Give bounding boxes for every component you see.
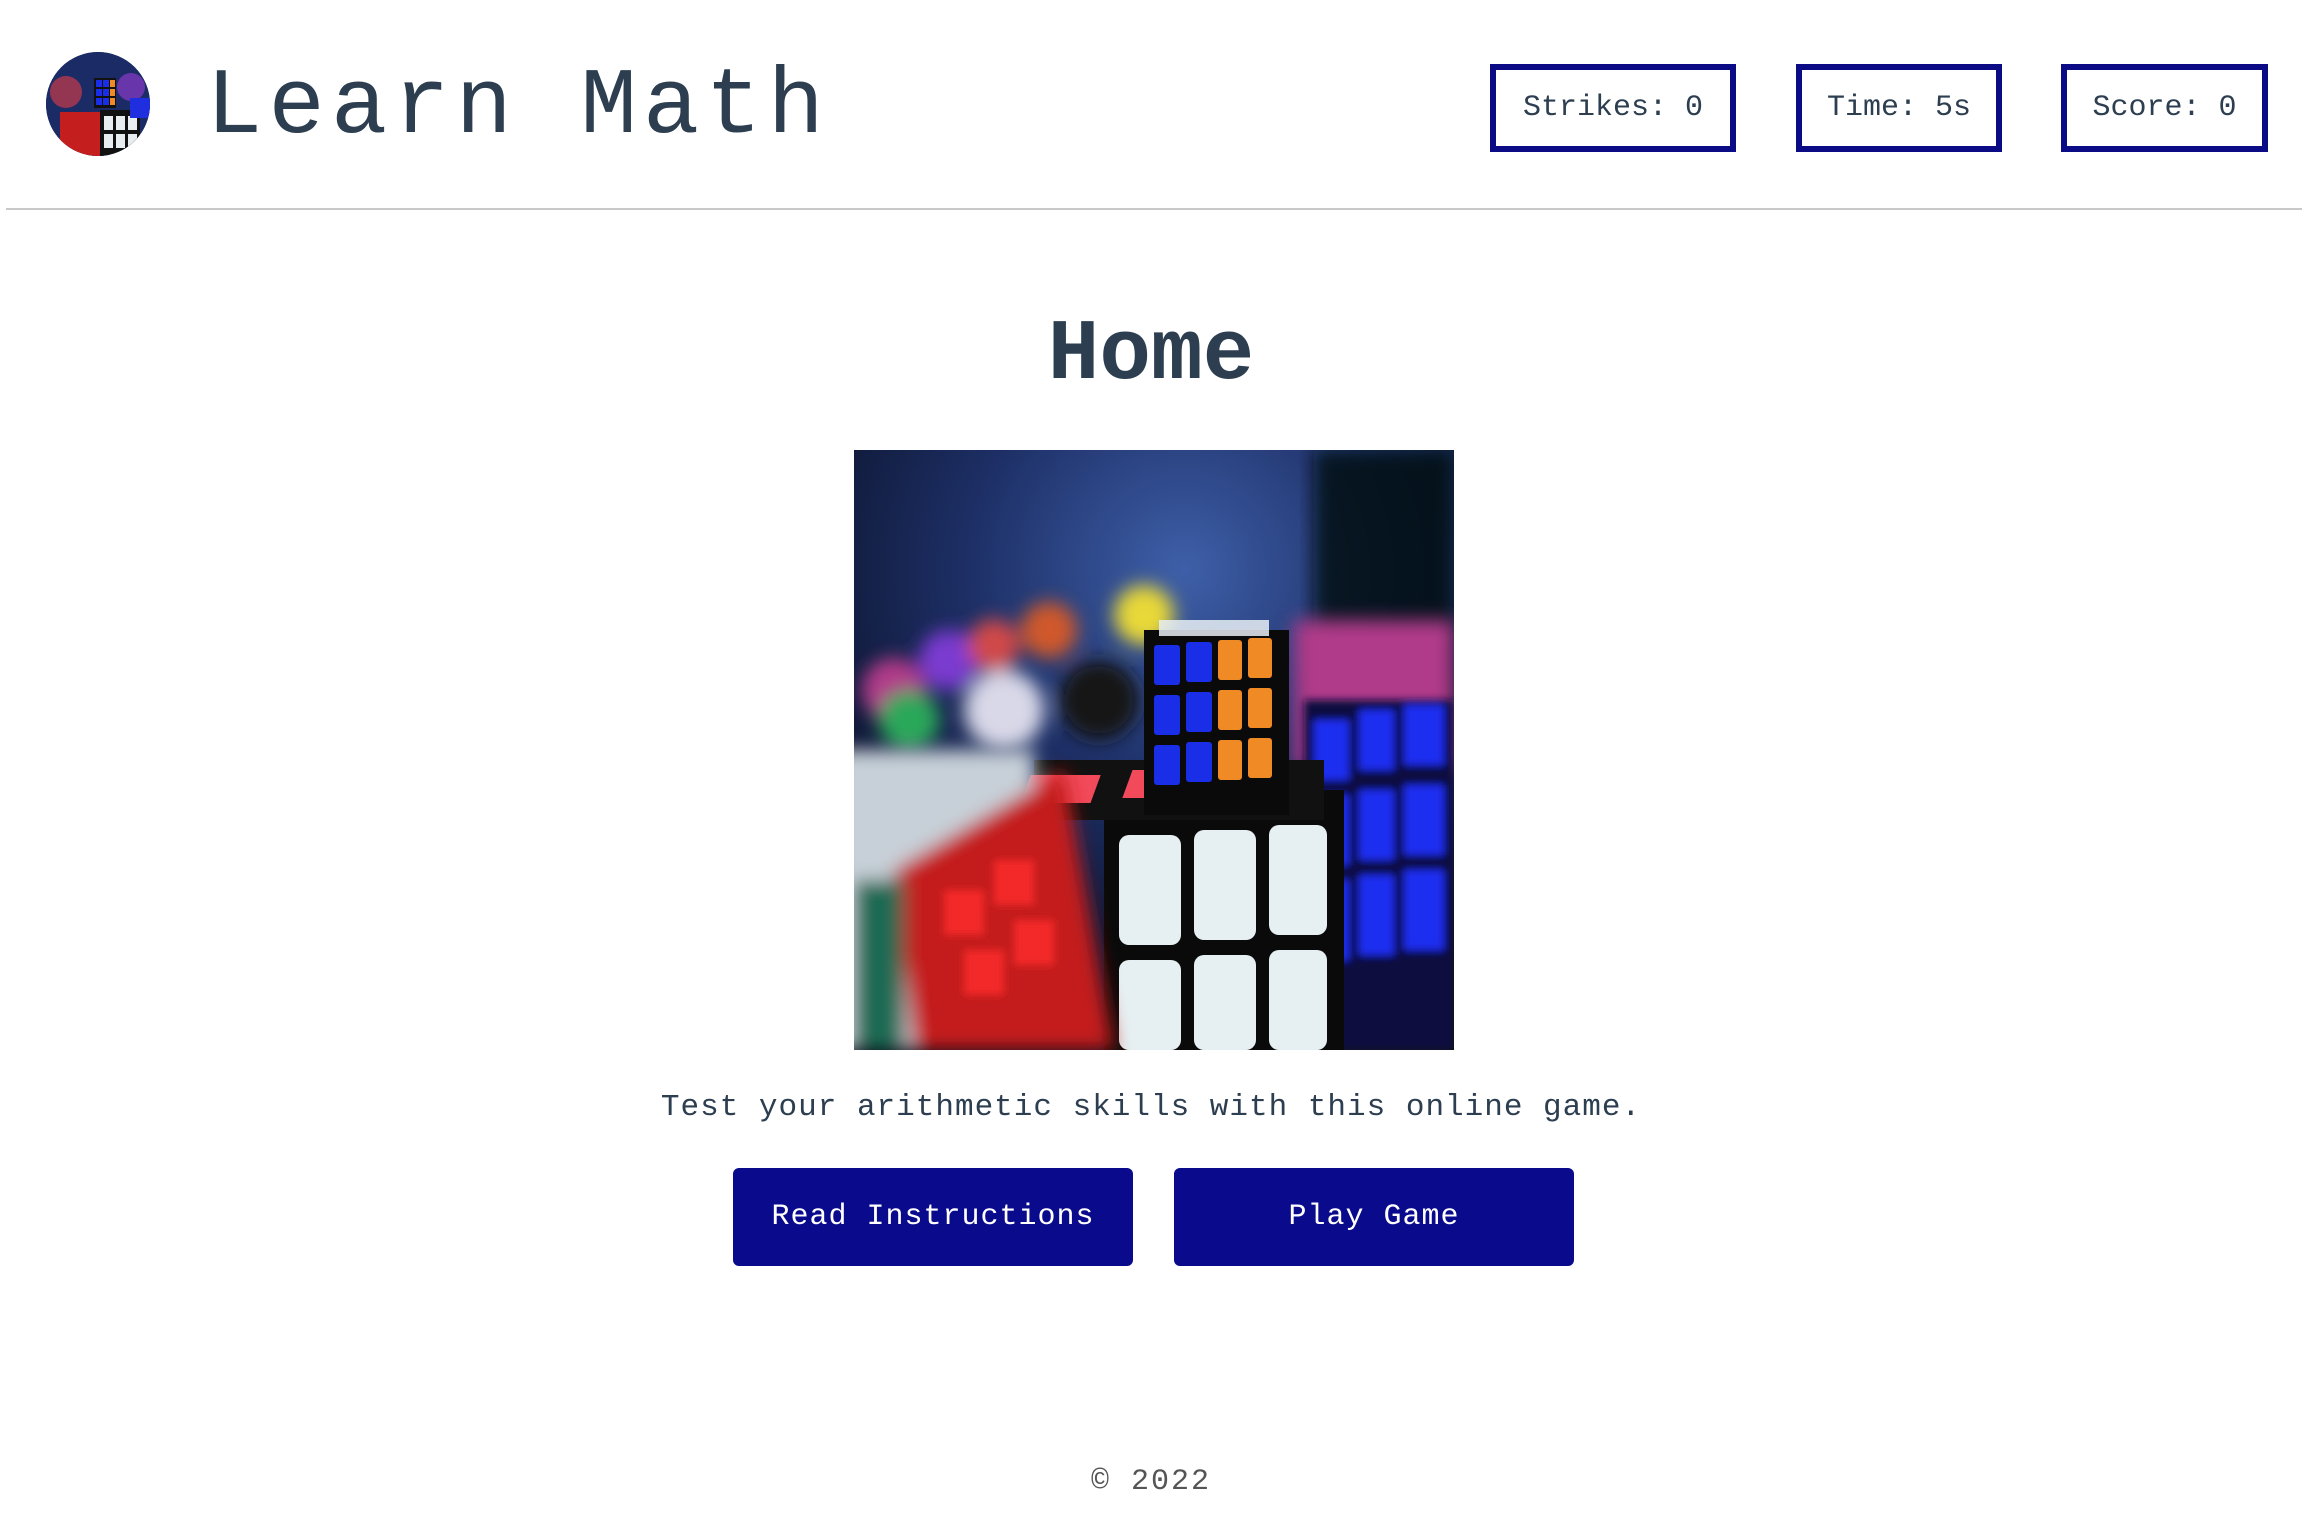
page-title: Home — [1047, 306, 1255, 404]
time-counter: Time: 5s — [1796, 64, 2002, 152]
app-title: Learn Math — [206, 55, 831, 161]
page: Learn Math Strikes: 0 Time: 5s Score: 0 … — [0, 0, 2302, 1516]
score-counter: Score: 0 — [2061, 64, 2268, 152]
rubiks-cube-logo-icon[interactable] — [46, 52, 150, 156]
tagline: Test your arithmetic skills with this on… — [660, 1090, 1642, 1125]
footer-copyright: © 2022 — [1090, 1465, 1212, 1499]
strikes-counter: Strikes: 0 — [1490, 64, 1736, 152]
play-game-button[interactable]: Play Game — [1174, 1168, 1574, 1266]
header: Learn Math Strikes: 0 Time: 5s Score: 0 — [6, 0, 2302, 210]
rubiks-cubes-photo — [854, 450, 1454, 1050]
read-instructions-button[interactable]: Read Instructions — [733, 1168, 1133, 1266]
